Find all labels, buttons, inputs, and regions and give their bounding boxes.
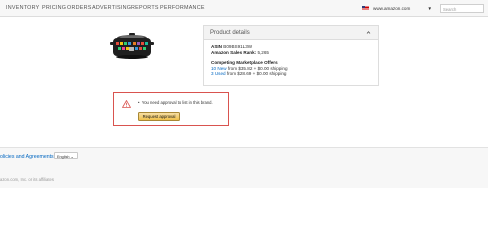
nav-inventory[interactable]: INVENTORY <box>6 5 40 11</box>
product-image <box>110 33 154 59</box>
sales-rank-label: Amazon Sales Rank: <box>211 49 257 55</box>
approval-message: • You need approval to list in this bran… <box>138 100 213 105</box>
nav-pricing[interactable]: PRICING <box>42 5 66 11</box>
new-offers-link[interactable]: 10 New <box>211 66 227 71</box>
used-offers-link[interactable]: 3 Used <box>211 71 226 76</box>
caret-down-icon: ▼ <box>427 6 432 11</box>
approval-message-text: You need approval to list in this brand. <box>141 100 213 105</box>
marketplace-select[interactable]: www.amazon.com ▼ <box>371 4 434 13</box>
product-details-header[interactable]: Product details <box>204 26 378 40</box>
us-flag-icon <box>362 6 369 10</box>
chevron-up-icon[interactable] <box>366 30 371 35</box>
product-details-panel: Product details ASIN B09BS91L3W Amazon S… <box>203 25 379 86</box>
top-navigation: INVENTORY PRICING ORDERS ADVERTISING REP… <box>0 0 488 17</box>
language-value: English <box>57 155 70 159</box>
asin-label: ASIN <box>211 44 222 49</box>
search-placeholder: Search <box>443 6 457 12</box>
warning-icon <box>122 100 131 108</box>
policies-agreements-link[interactable]: olicies and Agreements <box>0 154 54 160</box>
approval-alert: • You need approval to list in this bran… <box>113 92 229 126</box>
asin-value: B09BS91L3W <box>223 44 253 49</box>
offers-heading: Competing Marketplace Offers <box>211 60 278 66</box>
used-offers-row: 3 Used from $28.69 + $0.00 shipping <box>211 71 378 77</box>
search-input[interactable]: Search <box>440 4 484 13</box>
chevron-down-icon: ⌄ <box>70 155 74 159</box>
nav-reports[interactable]: REPORTS <box>131 5 159 11</box>
marketplace-value: www.amazon.com <box>373 6 411 11</box>
copyright-text: azon.com, Inc. or its affiliates <box>0 177 54 182</box>
nav-performance[interactable]: PERFORMANCE <box>160 5 205 11</box>
product-details-title: Product details <box>210 30 250 36</box>
nav-advertising[interactable]: ADVERTISING <box>92 5 131 11</box>
sales-rank-value: 5,265 <box>257 49 269 55</box>
request-approval-button[interactable]: Request approval <box>138 112 180 121</box>
nav-orders[interactable]: ORDERS <box>67 5 92 11</box>
footer: olicies and Agreements English ⌄ azon.co… <box>0 147 488 188</box>
used-offers-text: from $28.69 + $0.00 shipping <box>226 71 287 77</box>
new-offers-text: from $35.82 + $0.00 shipping <box>227 65 288 71</box>
language-select[interactable]: English ⌄ <box>54 152 78 159</box>
